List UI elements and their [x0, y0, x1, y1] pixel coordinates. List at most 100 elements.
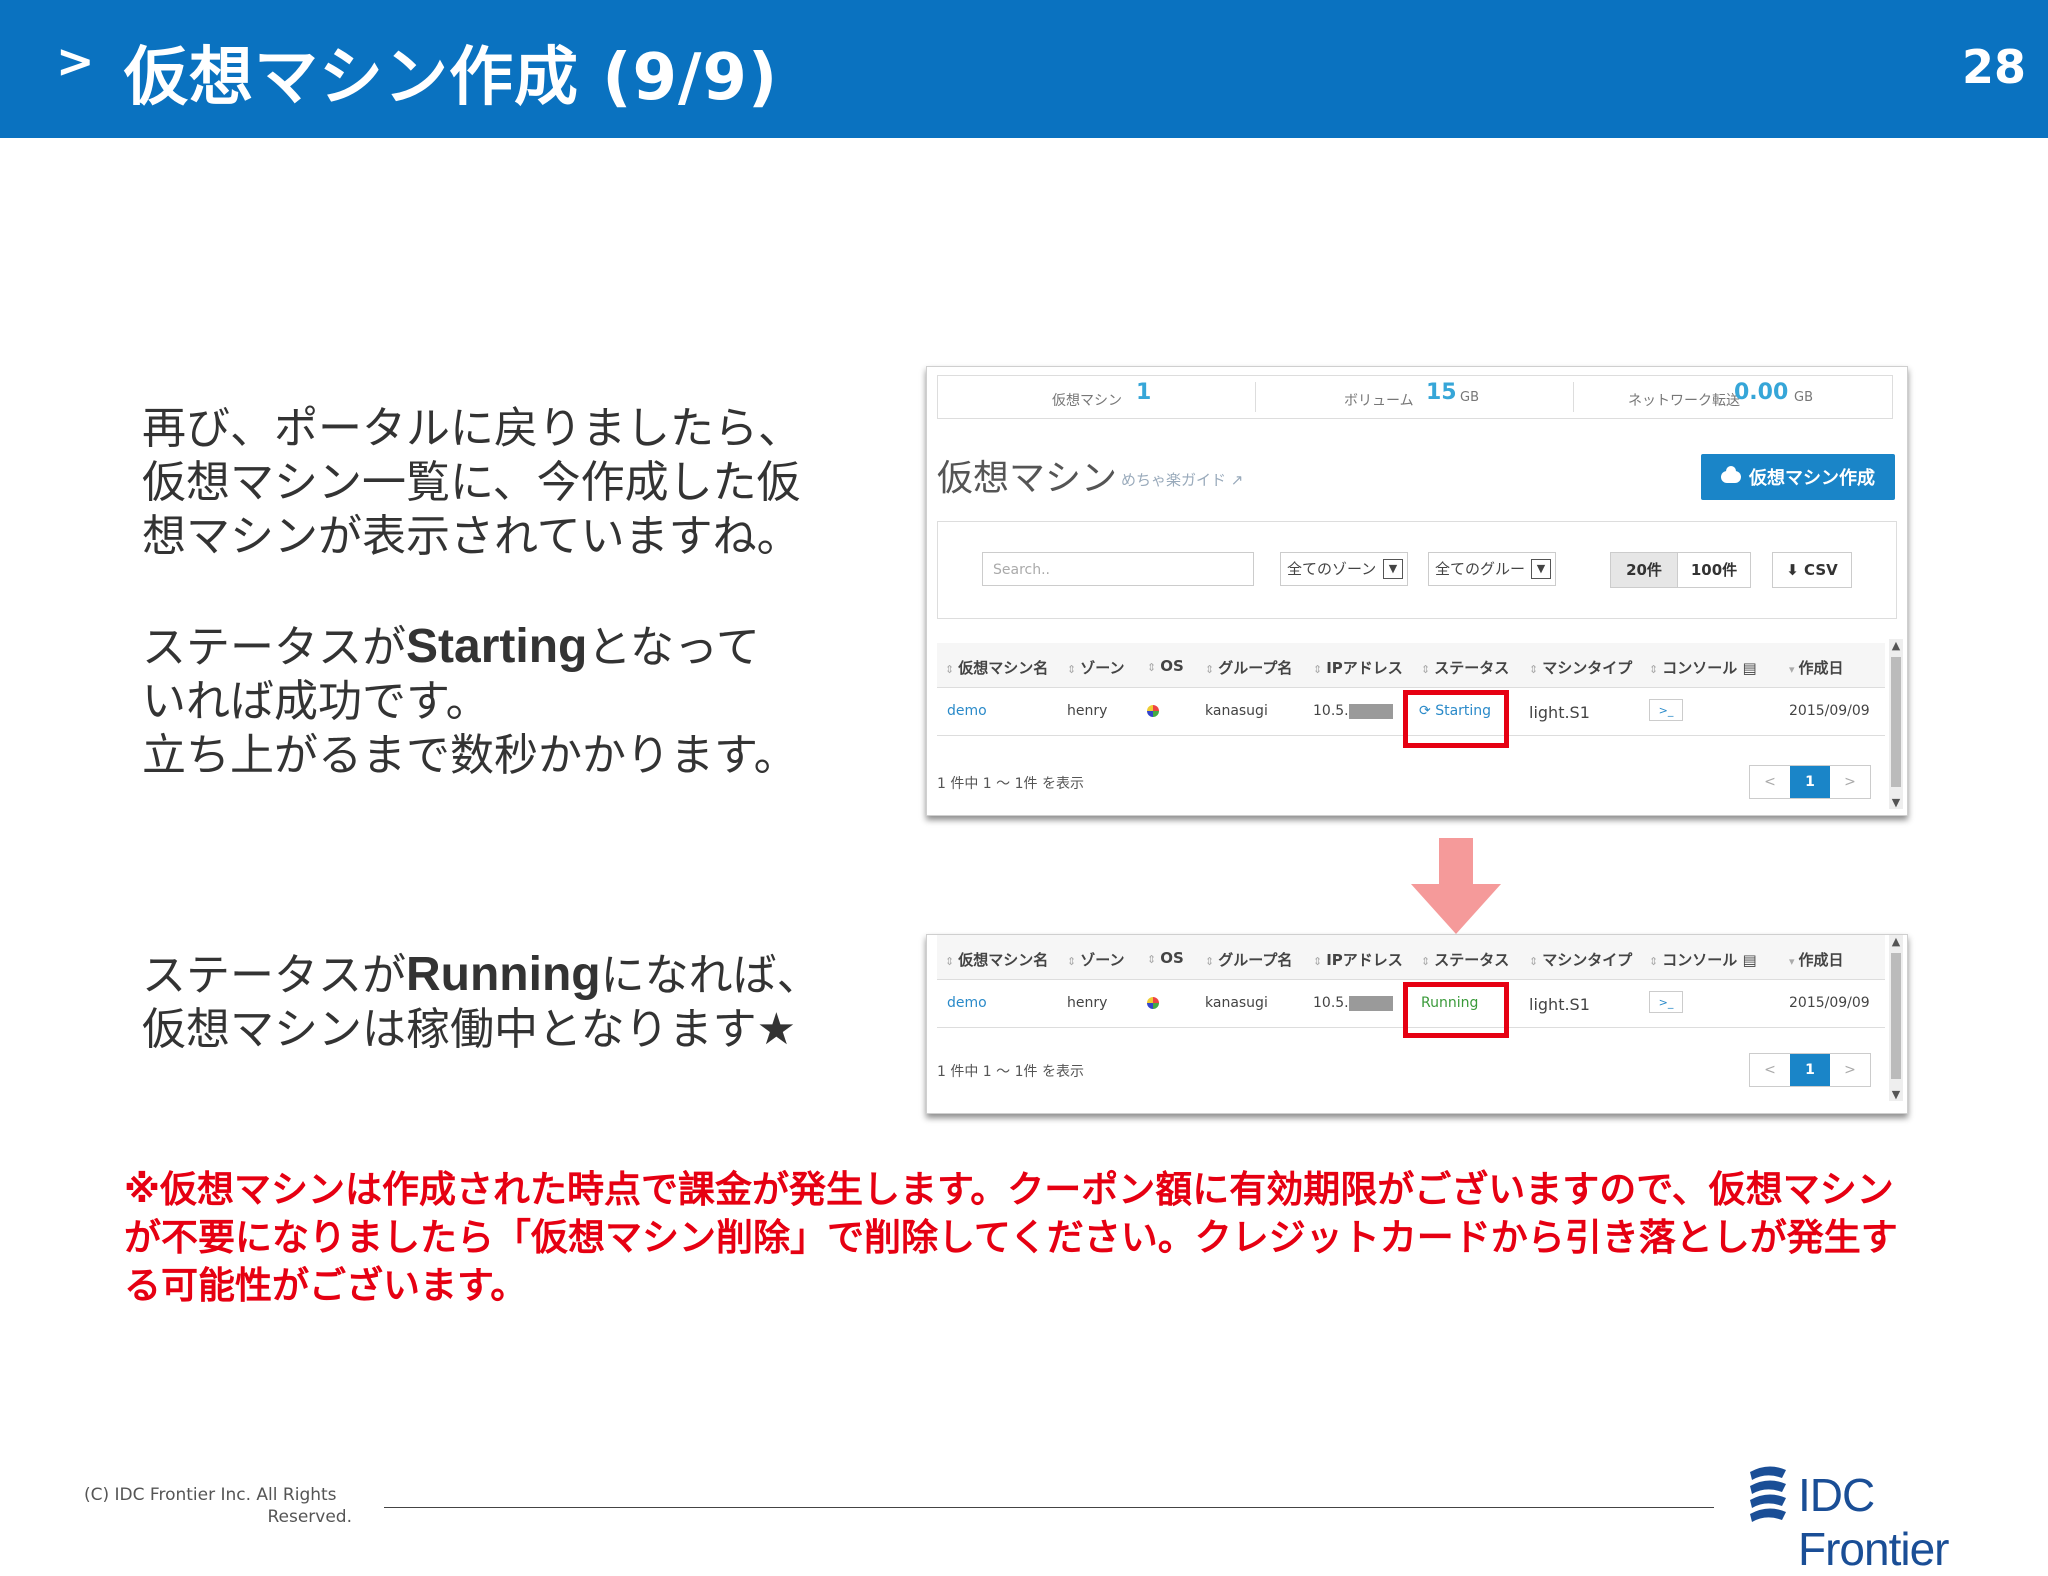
prev-page-button[interactable]: <: [1750, 1054, 1790, 1086]
text-line: 再び、ポータルに戻りましたら、: [142, 403, 802, 454]
stat-label: ボリューム: [1344, 393, 1414, 409]
col-ip[interactable]: ⇕ IPアドレス: [1313, 949, 1403, 970]
billing-warning: ※仮想マシンは作成された時点で課金が発生します。クーポン額に有効期限がございます…: [124, 1168, 1898, 1307]
document-icon: ▤: [1742, 951, 1757, 969]
stat-volume: ボリューム 15 GB: [1256, 376, 1574, 418]
status-keyword: Running: [406, 948, 601, 1001]
col-os[interactable]: ⇕ OS: [1147, 949, 1184, 967]
zone-cell: henry: [1067, 995, 1108, 1011]
machine-type-cell: light.S1: [1529, 995, 1590, 1014]
page-1-button[interactable]: 1: [1790, 766, 1830, 798]
os-icon: [1147, 997, 1159, 1013]
col-created[interactable]: ▾ 作成日: [1789, 657, 1844, 678]
page-1-button[interactable]: 1: [1790, 1054, 1830, 1086]
stat-value: 1: [1136, 380, 1152, 405]
col-console[interactable]: ⇕ コンソール ▤: [1649, 949, 1757, 970]
scrollbar[interactable]: ▲ ▼: [1889, 935, 1903, 1101]
stat-value: 15: [1426, 380, 1457, 405]
per-page-20-button[interactable]: 20件: [1610, 552, 1678, 588]
table-header: ⇕ 仮想マシン名 ⇕ ゾーン ⇕ OS ⇕ グループ名 ⇕ IPアドレス ⇕ ステータス ⇕…: [937, 643, 1885, 688]
col-name[interactable]: ⇕ 仮想マシン名: [945, 949, 1048, 970]
download-icon: ⬇: [1786, 561, 1799, 579]
col-group[interactable]: ⇕ グループ名: [1205, 657, 1292, 678]
portal-screenshot-running: ⇕ 仮想マシン名 ⇕ ゾーン ⇕ OS ⇕ グループ名 ⇕ IPアドレス ⇕ ステータス ⇕…: [926, 934, 1908, 1114]
next-page-button[interactable]: >: [1830, 1054, 1870, 1086]
stat-vm: 仮想マシン 1: [938, 376, 1256, 418]
csv-button-label: CSV: [1804, 561, 1838, 579]
col-group[interactable]: ⇕ グループ名: [1205, 949, 1292, 970]
col-os[interactable]: ⇕ OS: [1147, 657, 1184, 675]
col-status[interactable]: ⇕ ステータス: [1421, 949, 1509, 970]
group-select[interactable]: 全てのグルー ▼: [1428, 552, 1556, 586]
chevron-down-icon[interactable]: ▼: [1889, 796, 1903, 809]
scrollbar-thumb[interactable]: [1891, 953, 1901, 1079]
group-cell: kanasugi: [1205, 995, 1268, 1011]
paragraph-running: ステータスがRunningになれば、 仮想マシンは稼働中となります★: [142, 948, 821, 1057]
page-number: 28: [1961, 40, 2026, 94]
create-vm-button[interactable]: 仮想マシン作成: [1701, 454, 1895, 500]
paragraph-return-portal: 再び、ポータルに戻りましたら、 仮想マシン一覧に、今作成した仮 想マシンが表示さ…: [142, 402, 802, 564]
col-machine-type[interactable]: ⇕ マシンタイプ: [1529, 657, 1632, 678]
guide-link[interactable]: めちゃ楽ガイド ↗: [1121, 469, 1243, 490]
redacted-block: [1348, 703, 1393, 719]
text-fragment: になれば、: [600, 950, 821, 1001]
next-page-button[interactable]: >: [1830, 766, 1870, 798]
chevron-down-icon[interactable]: ▼: [1889, 1088, 1903, 1101]
group-select-value: 全てのグルー: [1435, 560, 1526, 578]
usage-summary: 仮想マシン 1 ボリューム 15 GB ネットワーク転送 0.00 GB: [937, 375, 1893, 419]
copyright-line: (C) IDC Frontier Inc. All Rights: [84, 1485, 337, 1505]
guide-link-label: めちゃ楽ガイド: [1121, 471, 1227, 489]
created-cell: 2015/09/09: [1789, 995, 1870, 1011]
pagination: < 1 >: [1749, 1053, 1871, 1087]
search-input[interactable]: Search..: [982, 552, 1254, 586]
col-zone[interactable]: ⇕ ゾーン: [1067, 949, 1124, 970]
zone-cell: henry: [1067, 703, 1108, 719]
document-icon: ▤: [1742, 659, 1757, 677]
footer-divider: [384, 1507, 1714, 1508]
col-created[interactable]: ▾ 作成日: [1789, 949, 1844, 970]
chevron-up-icon[interactable]: ▲: [1889, 639, 1903, 652]
highlight-box: [1403, 690, 1509, 748]
text-line: いれば成功です。: [142, 676, 490, 727]
console-button[interactable]: >_: [1649, 991, 1683, 1013]
stat-unit: GB: [1794, 390, 1813, 405]
col-status[interactable]: ⇕ ステータス: [1421, 657, 1509, 678]
col-zone[interactable]: ⇕ ゾーン: [1067, 657, 1124, 678]
zone-select[interactable]: 全てのゾーン ▼: [1280, 552, 1408, 586]
console-button[interactable]: >_: [1649, 699, 1683, 721]
stat-unit: GB: [1460, 390, 1479, 405]
created-cell: 2015/09/09: [1789, 703, 1870, 719]
col-ip[interactable]: ⇕ IPアドレス: [1313, 657, 1403, 678]
copyright: (C) IDC Frontier Inc. All Rights Reserve…: [84, 1484, 352, 1528]
group-cell: kanasugi: [1205, 703, 1268, 719]
chevron-icon: >: [56, 34, 95, 88]
highlight-box: [1403, 982, 1509, 1038]
text-fragment: ステータスが: [142, 950, 406, 1001]
slide-header: > 仮想マシン作成 (9/9) 28: [0, 0, 2048, 138]
create-vm-button-label: 仮想マシン作成: [1749, 468, 1875, 489]
chevron-down-icon: ▼: [1531, 559, 1551, 579]
ip-cell: 10.5.: [1313, 995, 1393, 1011]
vm-name-link[interactable]: demo: [947, 995, 987, 1011]
os-icon: [1147, 705, 1159, 721]
text-line: 立ち上がるまで数秒かかります。: [142, 730, 798, 781]
text-fragment: ステータスが: [142, 622, 406, 673]
slide-title: 仮想マシン作成 (9/9): [124, 41, 779, 115]
vm-name-link[interactable]: demo: [947, 703, 987, 719]
chevron-up-icon[interactable]: ▲: [1889, 935, 1903, 948]
portal-screenshot-starting: 仮想マシン 1 ボリューム 15 GB ネットワーク転送 0.00 GB 仮想マ…: [926, 366, 1908, 816]
paragraph-starting: ステータスがStartingとなって いれば成功です。 立ち上がるまで数秒かかり…: [142, 620, 798, 783]
col-name[interactable]: ⇕ 仮想マシン名: [945, 657, 1048, 678]
scrollbar-thumb[interactable]: [1891, 657, 1901, 787]
prev-page-button[interactable]: <: [1750, 766, 1790, 798]
csv-button[interactable]: ⬇ CSV: [1772, 552, 1852, 588]
col-machine-type[interactable]: ⇕ マシンタイプ: [1529, 949, 1632, 970]
status-keyword: Starting: [406, 620, 588, 673]
scrollbar[interactable]: ▲ ▼: [1889, 639, 1903, 809]
down-arrow-icon: [1411, 838, 1501, 934]
zone-select-value: 全てのゾーン: [1287, 560, 1377, 578]
col-console[interactable]: ⇕ コンソール ▤: [1649, 657, 1757, 678]
external-link-icon: ↗: [1230, 471, 1244, 489]
per-page-100-button[interactable]: 100件: [1677, 552, 1751, 588]
cloud-icon: [1721, 466, 1741, 483]
